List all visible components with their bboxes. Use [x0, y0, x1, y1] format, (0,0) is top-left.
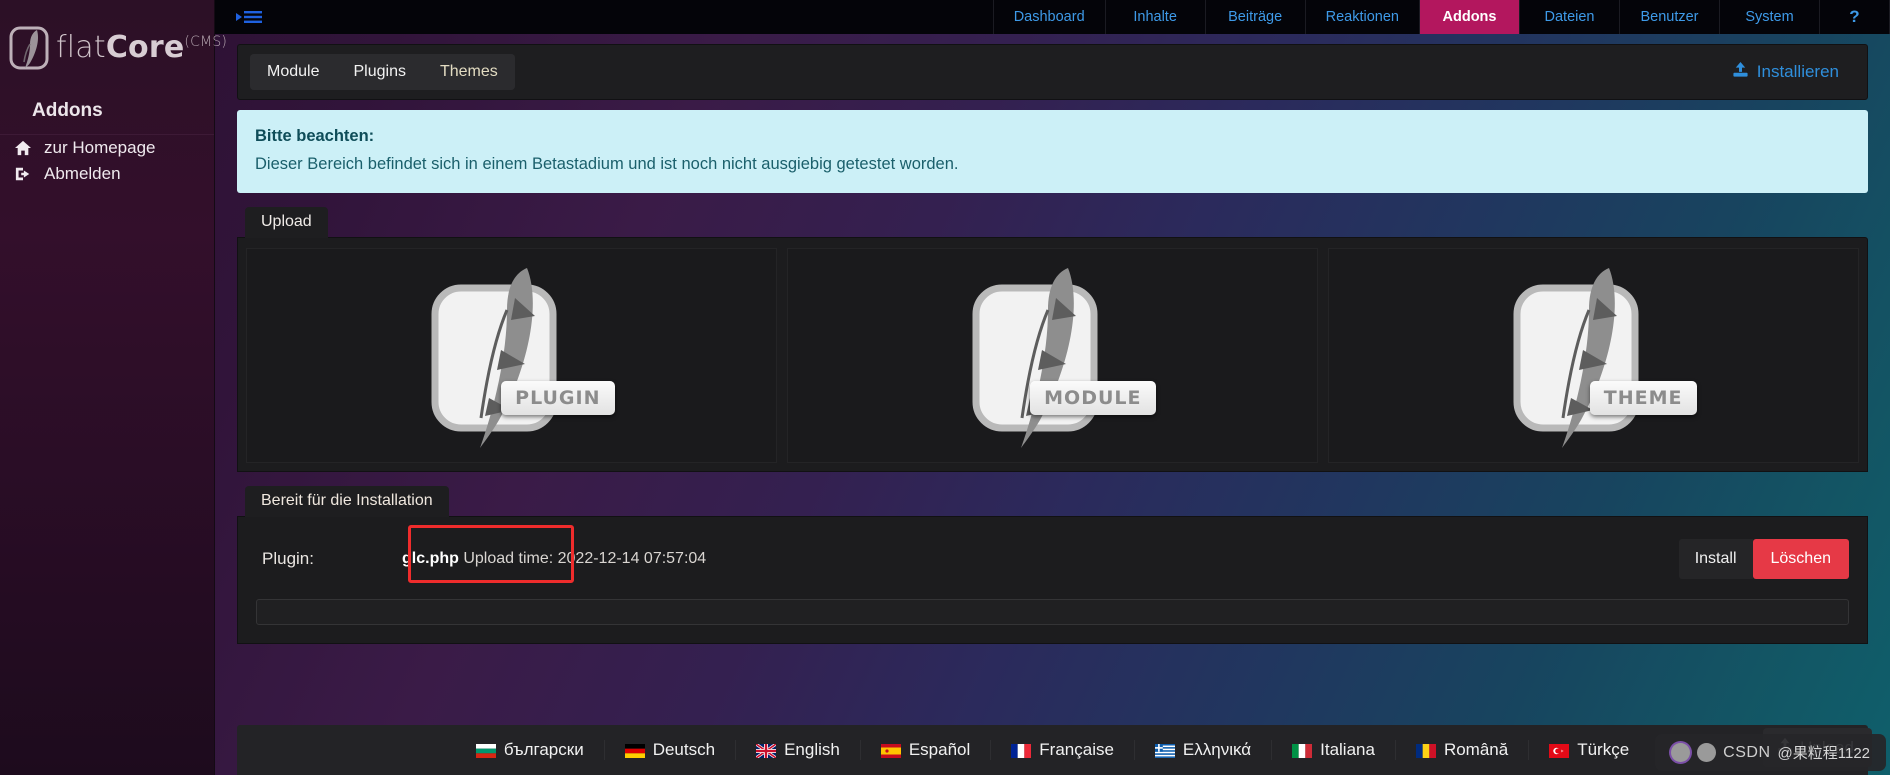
install-button-label: Installieren	[1756, 62, 1839, 81]
addon-type-tabs: Module Plugins Themes	[250, 54, 515, 90]
slot-badge-theme: THEME	[1589, 380, 1697, 415]
tab-upload[interactable]: Upload	[245, 206, 328, 238]
language-label: Español	[908, 740, 971, 759]
flag-gb-icon	[755, 742, 777, 760]
language-english[interactable]: English	[736, 740, 861, 760]
upload-slot-plugin[interactable]: PLUGIN	[246, 247, 777, 463]
row-time-value: 2022-12-14 07:57:04	[557, 549, 707, 567]
tab-module[interactable]: Module	[250, 54, 337, 90]
nav-benutzer[interactable]: Benutzer	[1620, 0, 1720, 34]
flag-gr-icon	[1154, 743, 1175, 758]
flag-tr-icon	[1549, 743, 1570, 758]
table-row: Plugin: glc.php Upload time: 2022-12-14 …	[250, 523, 1855, 595]
brand-name: flatCore(CMS)	[56, 30, 227, 65]
tab-ready-for-install[interactable]: Bereit für die Installation	[245, 485, 449, 517]
sidebar-item-label: Abmelden	[44, 164, 121, 183]
brand-logo[interactable]: flatCore(CMS)	[0, 0, 227, 90]
top-bar: Dashboard Inhalte Beiträge Reaktionen Ad…	[215, 0, 1890, 34]
row-actions: Install Löschen	[1678, 538, 1849, 579]
language-turkish[interactable]: Türkçe	[1529, 740, 1649, 760]
nav-inhalte[interactable]: Inhalte	[1106, 0, 1206, 34]
feather-logo-icon	[6, 22, 56, 72]
row-type-label: Plugin:	[262, 548, 314, 568]
upload-icon	[1732, 61, 1749, 83]
language-footer: български Deutsch English Español França…	[237, 725, 1868, 775]
plugin-artwork: PLUGIN	[407, 258, 617, 453]
app-root: flatCore(CMS) Addons zur Homepage Abmeld…	[0, 0, 1890, 775]
module-artwork: MODULE	[948, 258, 1158, 453]
language-label: Türkçe	[1577, 740, 1630, 759]
upload-slots-panel: PLUGIN MODULE THEME	[237, 236, 1868, 472]
language-bulgarian[interactable]: български	[456, 740, 605, 760]
install-button[interactable]: Installieren	[1718, 53, 1853, 91]
language-french[interactable]: Française	[991, 740, 1135, 760]
sidebar: flatCore(CMS) Addons zur Homepage Abmeld…	[0, 0, 227, 775]
sidebar-item-label: zur Homepage	[44, 138, 156, 157]
nav-help[interactable]: ?	[1820, 0, 1890, 34]
brand-name-bold: Core	[105, 29, 185, 65]
watermark-user: @果粒程1122	[1777, 745, 1870, 762]
nav-dashboard[interactable]: Dashboard	[992, 0, 1106, 34]
row-time-label: Upload time:	[463, 549, 554, 567]
language-label: Française	[1039, 740, 1114, 759]
flag-es-icon	[880, 743, 901, 758]
theme-artwork: THEME	[1489, 258, 1699, 453]
tab-themes[interactable]: Themes	[422, 54, 515, 90]
nav-beitraege[interactable]: Beiträge	[1206, 0, 1306, 34]
sidebar-item-logout[interactable]: Abmelden	[0, 161, 214, 187]
language-label: Deutsch	[652, 740, 716, 759]
sidebar-section-title: Addons	[0, 90, 214, 135]
nav-system[interactable]: System	[1720, 0, 1820, 34]
language-label: Ελληνικά	[1182, 740, 1252, 759]
language-german[interactable]: Deutsch	[605, 740, 737, 760]
watermark-dot-2	[1697, 743, 1717, 762]
language-greek[interactable]: Ελληνικά	[1135, 740, 1273, 760]
watermark-dot-1	[1671, 743, 1691, 762]
feather-artwork-icon	[1513, 267, 1638, 448]
nav-reaktionen[interactable]: Reaktionen	[1306, 0, 1420, 34]
flag-bg-icon	[475, 743, 496, 758]
upload-slot-module[interactable]: MODULE	[787, 247, 1318, 463]
empty-input-field[interactable]	[256, 598, 1849, 625]
language-label: English	[784, 740, 840, 759]
flag-it-icon	[1292, 743, 1313, 758]
notice-body: Dieser Bereich befindet sich in einem Be…	[255, 154, 959, 173]
nav-dateien[interactable]: Dateien	[1520, 0, 1620, 34]
ready-for-install-panel: Plugin: glc.php Upload time: 2022-12-14 …	[237, 515, 1868, 644]
top-navigation: Dashboard Inhalte Beiträge Reaktionen Ad…	[992, 0, 1890, 34]
row-file-info: glc.php Upload time: 2022-12-14 07:57:04	[402, 550, 706, 568]
language-label: български	[503, 740, 584, 759]
language-spanish[interactable]: Español	[861, 740, 992, 760]
upload-slot-theme[interactable]: THEME	[1328, 247, 1859, 463]
notice-title: Bitte beachten:	[255, 127, 375, 145]
language-label: Română	[1443, 740, 1509, 759]
language-label: Italiana	[1320, 740, 1375, 759]
flag-ro-icon	[1415, 743, 1436, 758]
row-file-name: glc.php	[402, 549, 459, 567]
flag-de-icon	[624, 743, 645, 758]
brand-name-light: flat	[56, 29, 106, 65]
slot-badge-module: MODULE	[1030, 380, 1156, 415]
delete-plugin-button[interactable]: Löschen	[1752, 538, 1849, 579]
sidebar-item-homepage[interactable]: zur Homepage	[0, 135, 214, 161]
language-romanian[interactable]: Română	[1396, 740, 1530, 760]
addons-toolbar: Module Plugins Themes Installieren	[237, 44, 1868, 100]
logout-icon	[13, 166, 33, 182]
main-content: Module Plugins Themes Installieren Bitte…	[215, 34, 1890, 775]
language-italian[interactable]: Italiana	[1272, 740, 1396, 760]
slot-badge-plugin: PLUGIN	[501, 380, 615, 415]
csdn-watermark: CSDN @果粒程1122	[1655, 734, 1886, 771]
nav-addons[interactable]: Addons	[1420, 0, 1520, 34]
feather-artwork-icon	[972, 267, 1097, 448]
beta-notice: Bitte beachten: Dieser Bereich befindet …	[237, 110, 1868, 193]
install-plugin-button[interactable]: Install	[1678, 538, 1753, 579]
feather-artwork-icon	[431, 267, 556, 448]
brand-suffix: (CMS)	[184, 33, 228, 50]
tab-plugins[interactable]: Plugins	[336, 54, 423, 90]
watermark-brand: CSDN	[1723, 743, 1771, 761]
home-icon	[13, 140, 33, 156]
flag-fr-icon	[1011, 743, 1032, 758]
